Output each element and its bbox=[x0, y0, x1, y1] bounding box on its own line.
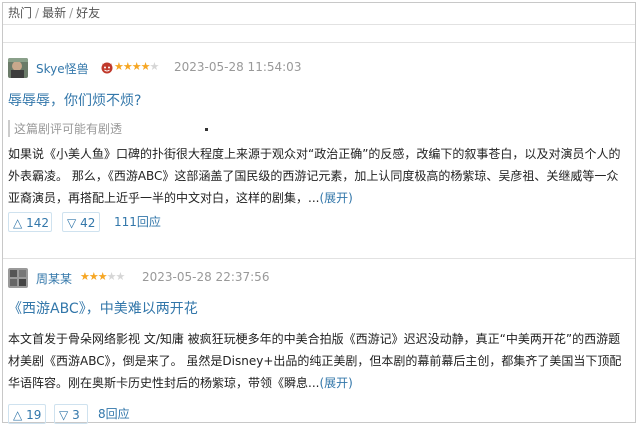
reply-link[interactable]: 111回应 bbox=[114, 212, 161, 232]
review-item: Skye怪兽 ★★★★★ 2023-05-28 11:54:03 辱辱辱，你们烦… bbox=[8, 58, 628, 209]
avatar[interactable] bbox=[8, 58, 28, 78]
triangle-down-icon: ▽ bbox=[67, 216, 77, 230]
reviewer-name[interactable]: 周某某 bbox=[36, 270, 72, 287]
tabs-divider bbox=[3, 24, 635, 25]
review-time: 2023-05-28 22:37:56 bbox=[142, 270, 270, 284]
review-title[interactable]: 辱辱辱，你们烦不烦? bbox=[8, 90, 628, 110]
triangle-up-icon: △ bbox=[13, 216, 23, 230]
avatar[interactable] bbox=[8, 268, 28, 288]
star-icon: ★ bbox=[106, 270, 117, 283]
rating-stars: ★★★★★ bbox=[114, 60, 160, 73]
expand-link[interactable]: (展开) bbox=[319, 191, 352, 205]
review-excerpt-text: 本文首发于骨朵网络影视 文/知庸 被疯狂玩梗多年的中美合拍版《西游记》迟迟没动静… bbox=[8, 332, 622, 390]
tab-latest[interactable]: 最新 bbox=[42, 6, 66, 20]
star-icon: ★ bbox=[122, 60, 133, 73]
tab-separator: / bbox=[69, 6, 74, 20]
rating-stars: ★★★★★ bbox=[80, 270, 126, 283]
tab-friends[interactable]: 好友 bbox=[76, 6, 100, 20]
avatar-image bbox=[8, 58, 28, 78]
star-icon: ★ bbox=[114, 60, 124, 73]
avatar-image bbox=[8, 268, 28, 288]
tab-hot[interactable]: 热门 bbox=[8, 6, 32, 20]
reply-link[interactable]: 8回应 bbox=[98, 404, 130, 424]
star-icon: ★ bbox=[131, 60, 142, 73]
review-time: 2023-05-28 11:54:03 bbox=[174, 60, 302, 74]
star-icon: ★ bbox=[149, 60, 160, 73]
expand-link[interactable]: (展开) bbox=[319, 376, 352, 390]
downvote-count: 42 bbox=[80, 216, 96, 230]
mouse-cursor bbox=[205, 128, 208, 131]
review-actions: △ 142 ▽ 42 111回应 bbox=[8, 212, 308, 234]
review-title[interactable]: 《西游ABC》，中美难以两开花 bbox=[8, 298, 628, 318]
review-excerpt-text: 如果说《小美人鱼》口碑的扑街很大程度上来源于观众对“政治正确”的反感，改编下的叙… bbox=[8, 147, 621, 205]
star-icon: ★ bbox=[88, 270, 99, 283]
review-tabs: 热门 / 最新 / 好友 bbox=[8, 4, 100, 21]
review-actions: △ 19 ▽ 3 8回应 bbox=[8, 404, 308, 426]
downvote-button[interactable]: ▽ 3 bbox=[54, 404, 88, 424]
triangle-down-icon: ▽ bbox=[59, 408, 69, 422]
review-excerpt: 如果说《小美人鱼》口碑的扑街很大程度上来源于观众对“政治正确”的反感，改编下的叙… bbox=[8, 143, 628, 209]
review-header: 周某某 ★★★★★ 2023-05-28 22:37:56 bbox=[8, 268, 628, 290]
reviewer-name[interactable]: Skye怪兽 bbox=[36, 60, 89, 77]
tab-separator: / bbox=[35, 6, 40, 20]
review-header: Skye怪兽 ★★★★★ 2023-05-28 11:54:03 bbox=[8, 58, 628, 80]
star-icon: ★ bbox=[97, 270, 108, 283]
review-excerpt: 本文首发于骨朵网络影视 文/知庸 被疯狂玩梗多年的中美合拍版《西游记》迟迟没动静… bbox=[8, 328, 628, 394]
upvote-count: 142 bbox=[26, 216, 49, 230]
spoiler-warning: 这篇剧评可能有剧透 bbox=[8, 120, 628, 137]
review-divider bbox=[3, 258, 635, 259]
star-icon: ★ bbox=[80, 270, 90, 283]
upvote-button[interactable]: △ 142 bbox=[8, 212, 52, 232]
downvote-count: 3 bbox=[72, 408, 80, 422]
review-item: 周某某 ★★★★★ 2023-05-28 22:37:56 《西游ABC》，中美… bbox=[8, 268, 628, 394]
upvote-button[interactable]: △ 19 bbox=[8, 404, 46, 424]
star-icon: ★ bbox=[140, 60, 151, 73]
upvote-count: 19 bbox=[26, 408, 42, 422]
triangle-up-icon: △ bbox=[13, 408, 23, 422]
star-icon: ★ bbox=[115, 270, 126, 283]
section-divider bbox=[3, 42, 635, 43]
downvote-button[interactable]: ▽ 42 bbox=[62, 212, 100, 232]
devil-face-icon bbox=[100, 60, 114, 77]
